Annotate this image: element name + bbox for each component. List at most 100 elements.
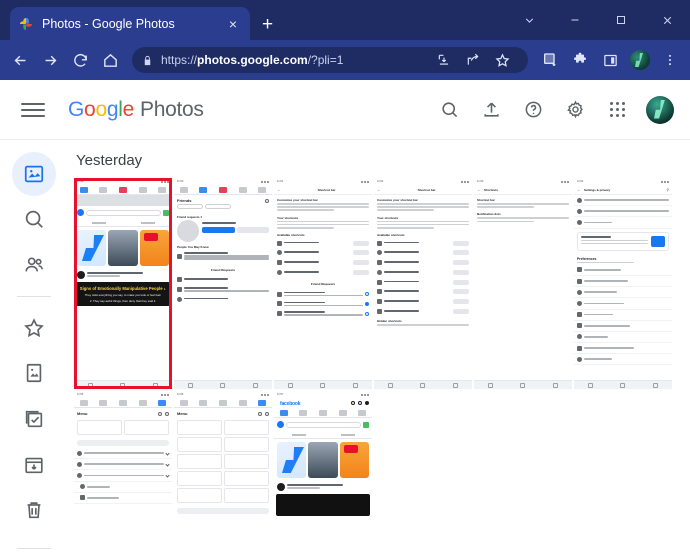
pref-row[interactable] [574,343,672,354]
pref-row[interactable] [574,276,672,287]
menu-cell[interactable] [124,420,169,435]
menu-cell[interactable] [224,437,269,452]
menu-grid [74,417,172,438]
friend-requests-heading: Friend requests 1 [174,212,272,220]
menu-row[interactable] [74,470,172,481]
forward-arrow-icon[interactable] [36,46,64,74]
sidebar-item-trash[interactable] [12,488,56,532]
photo-thumbnail-facebook-shortcut-bar[interactable]: 11:51 ←Shortcut bar Customize your short… [274,178,372,389]
extensions-puzzle-icon[interactable] [566,46,594,74]
pref-row[interactable] [574,354,672,365]
feed-header-actions [351,401,369,405]
back-arrow-icon[interactable]: ← [277,188,281,192]
sidebar-item-sharing[interactable] [12,243,56,287]
sheet-row-hide [174,285,272,295]
pref-row[interactable] [574,298,672,309]
menu-cell[interactable] [224,471,269,486]
facebook-navbar [74,398,172,408]
messenger-icon[interactable] [365,401,369,405]
home-icon[interactable] [96,46,124,74]
reload-icon[interactable] [66,46,94,74]
help-icon[interactable] [520,97,546,123]
menu-cell[interactable] [177,488,222,503]
sidebar-item-search[interactable] [12,198,56,242]
sidebar-item-albums[interactable] [12,351,56,395]
privacy-checkup-card[interactable] [577,232,669,251]
option-row-hide[interactable] [274,309,372,319]
menu-cell[interactable] [177,454,222,469]
sidebar-item-photos[interactable] [12,152,56,196]
menu-row[interactable] [74,493,172,504]
back-arrow-icon[interactable]: ← [577,188,581,192]
settings-row[interactable] [574,195,672,206]
photo-thumbnail-facebook-home-feed[interactable]: 11:48 [74,178,172,389]
available-shortcuts-heading: Available shortcuts [274,230,372,238]
photo-thumbnail-facebook-menu-2[interactable]: 11:56 Menu [174,391,272,533]
close-icon[interactable] [644,0,690,40]
menu-cell[interactable] [224,454,269,469]
tab-search-icon[interactable] [506,0,552,40]
side-panel-icon[interactable] [596,46,624,74]
apps-grid-icon[interactable] [604,97,630,123]
browser-tab[interactable]: Photos - Google Photos × [10,7,250,40]
settings-row[interactable] [574,217,672,228]
shortcut-row [374,238,472,248]
option-row-pin[interactable] [274,289,372,299]
share-icon[interactable] [459,46,487,74]
tab-close-icon[interactable]: × [224,17,242,31]
account-avatar[interactable] [646,96,674,124]
back-arrow-icon[interactable] [6,46,34,74]
option-row-auto[interactable] [274,299,372,309]
add-icon[interactable] [351,401,355,405]
see-more-button[interactable] [77,440,169,446]
notification-dots-text [474,217,572,222]
menu-cell[interactable] [224,420,269,435]
pref-row[interactable] [574,310,672,321]
pref-row[interactable] [574,287,672,298]
menu-cell[interactable] [224,488,269,503]
photo-thumbnail-facebook-menu-1[interactable]: 11:55 Menu [74,391,172,533]
bookmark-star-icon[interactable] [488,46,516,74]
menu-row[interactable] [74,459,172,470]
customize-heading: Customize your shortcut bar [274,195,372,203]
menu-row[interactable] [74,448,172,459]
pref-row[interactable] [574,265,672,276]
search-icon[interactable]: ⚲ [667,188,669,192]
search-icon[interactable] [436,97,462,123]
back-arrow-icon[interactable]: ← [377,188,381,192]
sidebar-item-favorites[interactable] [12,306,56,350]
photo-thumbnail-facebook-friends[interactable]: 11:50 Friends Friend requests 1 [174,178,272,389]
sidebar-item-archive[interactable] [12,443,56,487]
settings-row[interactable] [574,206,672,217]
hamburger-menu-icon[interactable] [16,93,50,127]
pref-row[interactable] [574,332,672,343]
photo-thumbnail-facebook-settings-privacy[interactable]: 11:54 ←Settings & privacy⚲ Preferences [574,178,672,389]
photo-thumbnail-facebook-shortcuts-settings[interactable]: 11:53 ←Shortcuts Shortcut bar Notificati… [474,178,572,389]
menu-cell[interactable] [77,420,122,435]
upload-icon[interactable] [478,97,504,123]
preferences-sub [574,262,672,264]
menu-cell[interactable] [177,471,222,486]
address-bar[interactable]: https://photos.google.com/?pli=1 [132,47,528,73]
screenshot-capture-icon[interactable] [536,46,564,74]
status-time: 11:55 [77,393,83,396]
maximize-icon[interactable] [598,0,644,40]
omnibox-actions [430,46,516,74]
sidebar-item-utilities[interactable] [12,397,56,441]
gear-icon[interactable] [562,97,588,123]
new-tab-button[interactable]: + [262,15,273,34]
back-arrow-icon[interactable]: ← [477,188,481,192]
photo-thumbnail-facebook-home-feed-2[interactable]: 11:57 facebook [274,391,372,533]
profile-avatar-icon[interactable] [626,46,654,74]
pref-row[interactable] [574,321,672,332]
install-app-icon[interactable] [430,46,458,74]
search-icon[interactable] [358,401,362,405]
minimize-icon[interactable] [552,0,598,40]
menu-cell[interactable] [177,420,222,435]
menu-cell[interactable] [177,437,222,452]
photo-thumbnail-facebook-shortcut-bar-full[interactable]: 11:52 ←Shortcut bar Customize your short… [374,178,472,389]
window-controls [506,0,690,40]
see-more-button[interactable] [177,508,269,514]
three-dot-menu-icon[interactable] [656,46,684,74]
menu-row[interactable] [74,482,172,493]
